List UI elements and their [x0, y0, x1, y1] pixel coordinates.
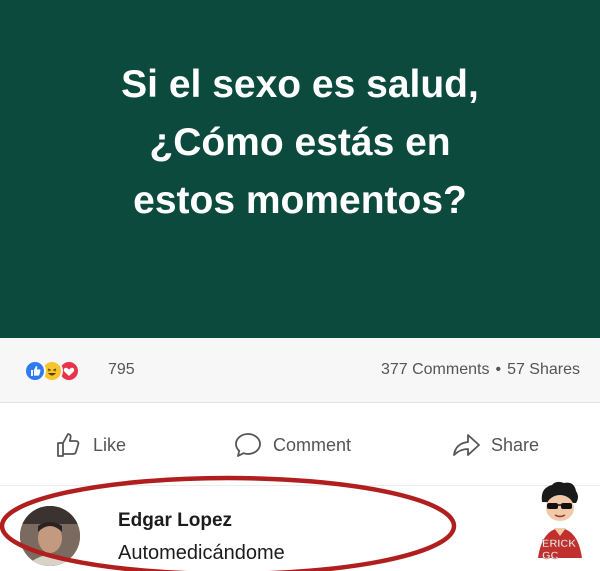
like-button[interactable]: Like	[54, 429, 126, 461]
comment-button[interactable]: Comment	[232, 429, 351, 461]
share-label: Share	[491, 434, 540, 455]
post-background-panel: Si el sexo es salud, ¿Cómo estás en esto…	[0, 0, 600, 338]
separator-dot: •	[495, 361, 502, 378]
highlight-ellipse	[0, 475, 457, 571]
post-text: Si el sexo es salud, ¿Cómo estás en esto…	[40, 56, 560, 230]
thumbs-up-icon	[57, 433, 80, 457]
share-button[interactable]: Share	[450, 429, 539, 461]
comments-count[interactable]: 377 Comments	[381, 361, 490, 378]
like-label: Like	[93, 434, 127, 455]
erick-gc-watermark: ERICK GC	[530, 480, 590, 562]
post-text-line-2: ¿Cómo estás en	[149, 121, 451, 164]
share-arrow-icon	[453, 434, 480, 456]
comments-shares-summary: 377 Comments • 57 Shares	[381, 361, 580, 379]
shares-count[interactable]: 57 Shares	[507, 361, 580, 378]
watermark-label: ERICK GC	[542, 538, 577, 562]
post-text-line-1: Si el sexo es salud,	[121, 63, 479, 106]
comment-label: Comment	[273, 434, 352, 455]
reaction-count[interactable]: 795	[108, 361, 135, 379]
like-reaction-icon	[24, 360, 46, 382]
post-text-line-3: estos momentos?	[133, 179, 467, 222]
comment-bubble-icon	[235, 433, 261, 457]
